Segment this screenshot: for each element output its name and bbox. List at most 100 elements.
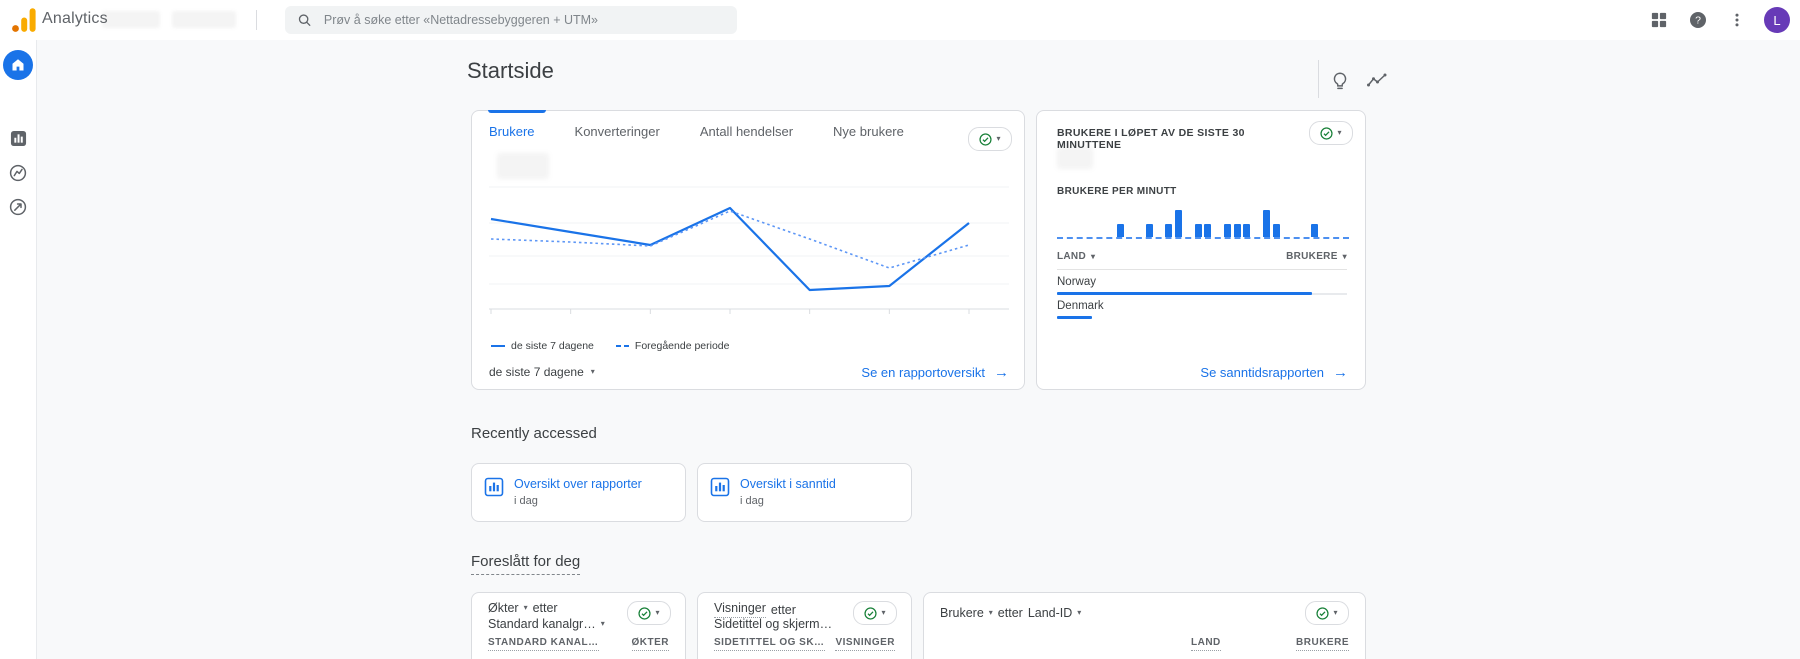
data-quality-badge[interactable]: ▾	[1305, 601, 1349, 625]
green-check-icon	[979, 132, 993, 146]
minute-slot	[1232, 223, 1242, 237]
green-check-icon	[864, 606, 878, 620]
recent-item-time: i dag	[740, 495, 764, 507]
chevron-down-icon: ▾	[655, 608, 660, 617]
recent-item-title[interactable]: Oversikt over rapporter	[514, 477, 642, 491]
search-input[interactable]	[321, 12, 725, 28]
minute-slot	[1164, 223, 1174, 237]
data-quality-badge[interactable]: ▾	[1309, 121, 1353, 145]
suggested-card-views-by-page[interactable]: Visninger etter Sidetittel og skjerm… ▾ …	[697, 592, 912, 659]
reports-overview-link[interactable]: Se en rapportoversikt →	[861, 365, 1009, 380]
column-label: LAND	[1057, 251, 1086, 262]
sidebar-item-advertising[interactable]	[0, 198, 36, 216]
analytics-logo[interactable]	[11, 7, 37, 33]
metric-column-header[interactable]: ØKTER	[631, 637, 669, 651]
minute-slot	[1310, 223, 1320, 237]
home-icon	[12, 59, 24, 71]
suggested-card-sessions-by-channel[interactable]: Økter ▾ etter Standard kanalgr… ▾ ▾ STAN…	[471, 592, 686, 659]
dimension-column-header[interactable]: SIDETITTEL OG SK…	[714, 637, 825, 651]
chevron-down-icon: ▾	[1077, 608, 1082, 617]
explore-icon	[9, 164, 27, 182]
actions-divider	[1318, 60, 1319, 98]
metric-column-header[interactable]: VISNINGER	[835, 637, 895, 651]
chevron-down-icon: ▾	[600, 619, 605, 628]
legend-item: de siste 7 dagene	[491, 340, 594, 352]
dimension-selector[interactable]: Sidetittel og skjerm…	[714, 617, 832, 631]
suggested-card-users-by-country[interactable]: Brukere ▾ etter Land-ID ▾ ▾ LAND BRUKERE	[923, 592, 1366, 659]
sidebar-item-reports[interactable]	[0, 130, 36, 147]
recent-item-card[interactable]: Oversikt over rapporter i dag	[471, 463, 686, 522]
dimension-column-header[interactable]: LAND	[1191, 637, 1221, 651]
global-search[interactable]	[285, 6, 737, 34]
minute-bar	[1165, 223, 1173, 237]
link-label: Se sanntidsrapporten	[1200, 365, 1324, 380]
recent-item-title[interactable]: Oversikt i sanntid	[740, 477, 836, 491]
country-column-header[interactable]: LAND ▾	[1057, 251, 1095, 262]
search-icon	[298, 14, 311, 26]
minute-slot	[1222, 223, 1232, 237]
minute-bar	[1233, 223, 1241, 237]
chevron-down-icon: ▾	[523, 603, 528, 612]
table-divider	[1057, 269, 1347, 270]
tab-konverteringer[interactable]: Konverteringer	[575, 124, 660, 139]
line-series-previous	[490, 210, 970, 269]
active-tab-indicator	[488, 110, 546, 113]
column-label: BRUKERE	[1286, 251, 1338, 262]
recent-item-card[interactable]: Oversikt i sanntid i dag	[697, 463, 912, 522]
minute-bar	[1262, 210, 1270, 237]
sidebar-item-explore[interactable]	[0, 164, 36, 182]
dimension-selector[interactable]: Standard kanalgr…	[488, 617, 596, 631]
tab-brukere[interactable]: Brukere	[489, 124, 535, 139]
minute-slot	[1242, 223, 1252, 237]
more-options-icon[interactable]	[1725, 8, 1749, 32]
overview-metrics-card: Brukere Konverteringer Antall hendelser Nye…	[471, 110, 1025, 390]
country-name: Norway	[1057, 276, 1096, 288]
metric-selector[interactable]: Brukere	[940, 606, 984, 620]
minute-bar	[1175, 210, 1183, 237]
link-label: Se en rapportoversikt	[861, 365, 985, 380]
redacted-metric-value	[1057, 147, 1093, 169]
minute-bar	[1116, 223, 1124, 237]
trend-insights-icon[interactable]	[1365, 69, 1389, 93]
sidebar-item-home[interactable]	[0, 50, 36, 80]
realtime-report-link[interactable]: Se sanntidsrapporten →	[1200, 365, 1348, 380]
country-table: Norway Denmark	[1057, 271, 1347, 319]
arrow-right-icon: →	[994, 364, 1009, 381]
tab-antall-hendelser[interactable]: Antall hendelser	[700, 124, 793, 139]
metric-column-header[interactable]: BRUKERE	[1296, 637, 1349, 651]
data-quality-badge[interactable]: ▾	[853, 601, 897, 625]
minute-bar	[1243, 223, 1251, 237]
chevron-down-icon: ▾	[1333, 608, 1338, 617]
chevron-down-icon: ▾	[1342, 251, 1347, 261]
app-name: Analytics	[42, 10, 108, 27]
country-row[interactable]: Norway	[1057, 273, 1347, 295]
data-quality-badge[interactable]: ▾	[968, 127, 1012, 151]
redacted-account-name	[102, 11, 160, 28]
dimension-selector[interactable]: Land-ID	[1028, 606, 1072, 620]
dimension-column-header[interactable]: STANDARD KANAL…	[488, 637, 599, 651]
metric-selector[interactable]: Visninger	[714, 601, 766, 618]
chevron-down-icon: ▾	[590, 367, 595, 376]
connector-text: etter	[770, 602, 796, 617]
minute-bar	[1311, 223, 1319, 237]
recently-accessed-cards: Oversikt over rapporter i dag Oversikt i s…	[471, 463, 912, 522]
home-active-circle	[3, 50, 33, 80]
report-icon	[710, 477, 730, 497]
help-icon[interactable]: ?	[1686, 8, 1710, 32]
insights-lightbulb-icon[interactable]	[1328, 69, 1352, 93]
apps-grid-icon[interactable]	[1647, 8, 1671, 32]
reports-icon	[10, 130, 26, 147]
users-column-header[interactable]: BRUKERE ▾	[1286, 251, 1347, 262]
minute-bar	[1223, 223, 1231, 237]
avatar[interactable]: L	[1764, 7, 1790, 33]
chevron-down-icon: ▾	[881, 608, 886, 617]
minute-slot	[1193, 223, 1203, 237]
tab-nye-brukere[interactable]: Nye brukere	[833, 124, 904, 139]
date-range-selector[interactable]: de siste 7 dagene ▾	[489, 365, 595, 379]
data-quality-badge[interactable]: ▾	[627, 601, 671, 625]
chevron-down-icon: ▾	[996, 134, 1001, 143]
metric-selector[interactable]: Økter	[488, 601, 519, 615]
users-line-chart	[489, 186, 1009, 314]
country-row[interactable]: Denmark	[1057, 297, 1347, 319]
metric-tabs: Brukere Konverteringer Antall hendelser Nye…	[489, 124, 904, 139]
